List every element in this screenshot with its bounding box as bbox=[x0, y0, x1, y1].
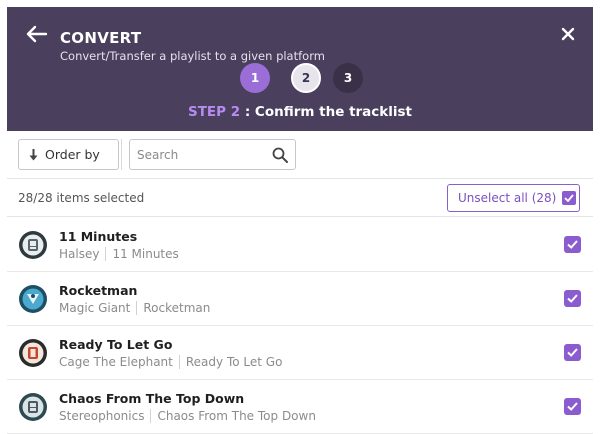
page-subtitle: Convert/Transfer a playlist to a given p… bbox=[60, 49, 325, 63]
track-row[interactable]: Rocketman Magic Giant Rocketman bbox=[7, 272, 593, 326]
selection-bar: 28/28 items selected Unselect all (28) bbox=[7, 179, 593, 217]
track-meta: Cage The Elephant Ready To Let Go bbox=[59, 355, 282, 369]
step-description: : Confirm the tracklist bbox=[240, 104, 413, 120]
track-artist: Magic Giant bbox=[59, 301, 131, 315]
track-title: Chaos From The Top Down bbox=[59, 391, 245, 406]
close-icon[interactable] bbox=[560, 26, 576, 42]
track-meta: Stereophonics Chaos From The Top Down bbox=[59, 409, 316, 423]
step-indicator: 1 2 3 bbox=[240, 63, 370, 93]
search-icon[interactable] bbox=[272, 147, 288, 163]
toolbar: Order by bbox=[7, 131, 593, 179]
meta-divider bbox=[178, 355, 180, 369]
meta-divider bbox=[136, 301, 138, 315]
track-checkbox[interactable] bbox=[564, 398, 581, 415]
track-row[interactable]: Chaos From The Top Down Stereophonics Ch… bbox=[7, 380, 593, 434]
page-title: CONVERT bbox=[60, 29, 142, 47]
step-number: STEP 2 bbox=[187, 104, 241, 120]
track-artist: Halsey bbox=[59, 247, 100, 261]
search-input[interactable] bbox=[131, 141, 266, 168]
meta-divider bbox=[150, 409, 152, 423]
arrow-left-icon[interactable] bbox=[24, 24, 48, 44]
unselect-all-button[interactable]: Unselect all (28) bbox=[447, 184, 580, 212]
track-artist: Cage The Elephant bbox=[59, 355, 173, 369]
album-art-icon bbox=[19, 285, 47, 313]
step-2[interactable]: 2 bbox=[291, 63, 321, 93]
search-box[interactable] bbox=[129, 139, 296, 170]
track-checkbox[interactable] bbox=[564, 236, 581, 253]
track-title: Ready To Let Go bbox=[59, 337, 173, 352]
track-row[interactable]: 11 Minutes Halsey 11 Minutes bbox=[7, 218, 593, 272]
meta-divider bbox=[105, 247, 107, 261]
album-art-icon bbox=[19, 231, 47, 259]
track-album: Ready To Let Go bbox=[185, 355, 283, 369]
track-title: Rocketman bbox=[59, 283, 138, 298]
track-album: Chaos From The Top Down bbox=[157, 409, 316, 423]
album-art-icon bbox=[19, 393, 47, 421]
step-1[interactable]: 1 bbox=[240, 63, 270, 93]
arrow-down-icon bbox=[29, 148, 38, 160]
track-album: Rocketman bbox=[143, 301, 211, 315]
checkbox-icon bbox=[562, 191, 577, 205]
track-checkbox[interactable] bbox=[564, 290, 581, 307]
track-row[interactable]: Ready To Let Go Cage The Elephant Ready … bbox=[7, 326, 593, 380]
step-3[interactable]: 3 bbox=[333, 63, 363, 93]
track-checkbox[interactable] bbox=[564, 344, 581, 361]
track-title: 11 Minutes bbox=[59, 229, 138, 244]
track-artist: Stereophonics bbox=[59, 409, 145, 423]
track-list: 11 Minutes Halsey 11 Minutes Rocketman M… bbox=[7, 218, 593, 434]
toolbar-divider bbox=[121, 139, 122, 170]
track-meta: Magic Giant Rocketman bbox=[59, 301, 210, 315]
order-by-button[interactable]: Order by bbox=[18, 139, 119, 170]
unselect-all-label: Unselect all (28) bbox=[458, 191, 557, 205]
album-art-icon bbox=[19, 339, 47, 367]
track-meta: Halsey 11 Minutes bbox=[59, 247, 179, 261]
convert-header: CONVERT Convert/Transfer a playlist to a… bbox=[7, 7, 593, 131]
order-by-label: Order by bbox=[45, 147, 100, 162]
track-album: 11 Minutes bbox=[112, 247, 179, 261]
step-caption: STEP 2 : Confirm the tracklist bbox=[7, 104, 593, 120]
selected-count: 28/28 items selected bbox=[18, 191, 145, 205]
